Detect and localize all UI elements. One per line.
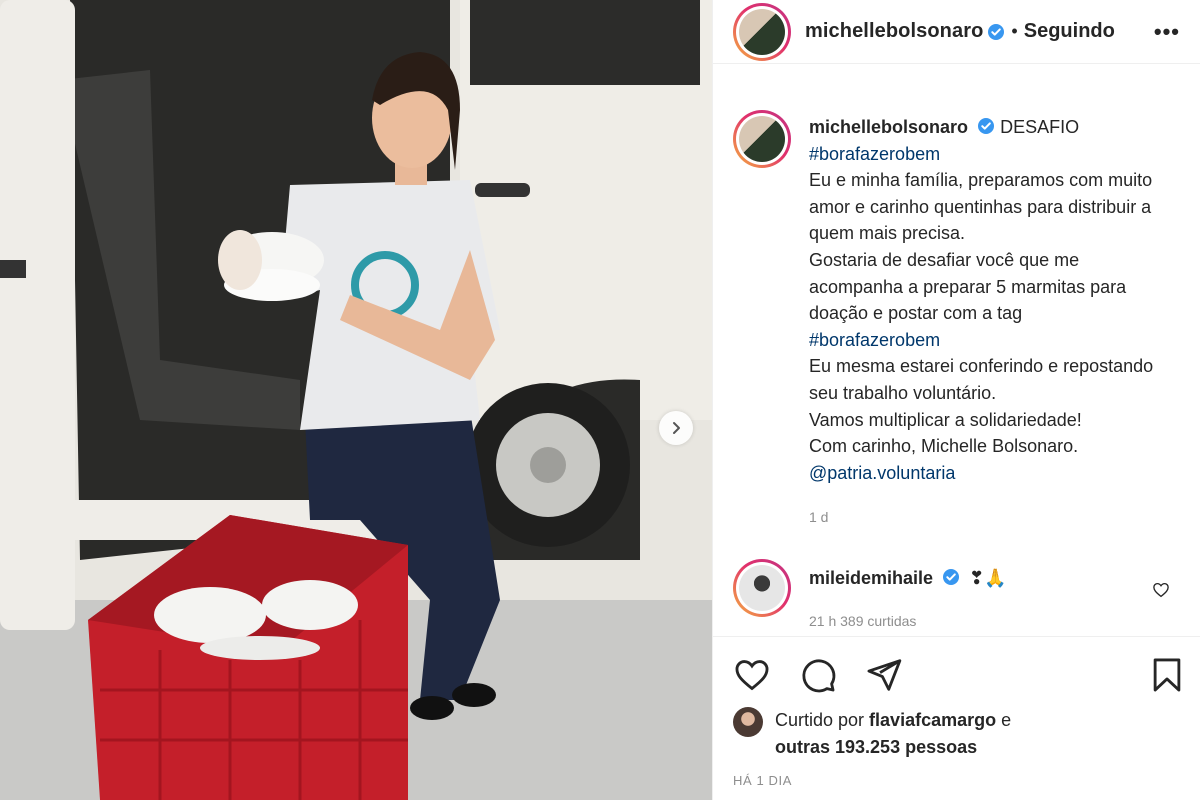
post-side-panel: michellebolsonaro • Seguindo ••• michell… — [712, 0, 1200, 800]
photo-illustration — [0, 0, 712, 800]
likes-suffix: e — [996, 710, 1012, 730]
post-photo[interactable] — [0, 0, 712, 800]
hashtag-link[interactable]: #borafazerobem — [809, 144, 940, 164]
comments-section: michellebolsonaro DESAFIO #borafazerobem… — [713, 64, 1200, 636]
comment-icon — [802, 659, 836, 693]
commenter-username[interactable]: mileidemihaile — [809, 568, 933, 588]
caption: michellebolsonaro DESAFIO #borafazerobem… — [733, 110, 1180, 531]
verified-badge-icon — [978, 118, 995, 134]
mention-link[interactable]: @patria.voluntaria — [809, 463, 955, 483]
author-avatar[interactable] — [733, 2, 791, 61]
post-actions-area: Curtido por flaviafcamargo e outras 193.… — [713, 636, 1200, 800]
action-bar — [733, 637, 1181, 713]
post-date: HÁ 1 DIA — [733, 773, 792, 788]
caption-line: DESAFIO — [1000, 117, 1080, 137]
save-button[interactable] — [1148, 656, 1186, 694]
verified-badge-icon — [988, 23, 1005, 40]
comment-meta: 21 h 389 curtidas — [809, 612, 917, 629]
like-button[interactable] — [733, 656, 771, 694]
share-icon — [867, 659, 902, 691]
likes-summary: Curtido por flaviafcamargo e outras 193.… — [733, 707, 1180, 761]
share-button[interactable] — [865, 656, 903, 694]
caption-text: michellebolsonaro DESAFIO #borafazerobem… — [809, 114, 1169, 531]
chevron-right-icon — [673, 422, 680, 434]
caption-line: Gostaria de desafiar você que me acompan… — [809, 249, 1127, 324]
caption-avatar[interactable] — [733, 110, 791, 168]
separator-dot: • — [1011, 21, 1018, 41]
verified-badge-icon — [943, 568, 960, 585]
next-photo-button[interactable] — [659, 411, 693, 445]
comment-like-icon[interactable] — [1152, 581, 1170, 599]
more-options-icon[interactable]: ••• — [1154, 19, 1180, 45]
commenter-avatar[interactable] — [733, 558, 791, 617]
heart-icon — [735, 660, 769, 691]
caption-line: Eu mesma estarei conferindo e repostando… — [809, 356, 1154, 403]
likes-others-link[interactable]: outras 193.253 pessoas — [775, 737, 977, 757]
liker-avatar[interactable] — [733, 707, 763, 737]
caption-line: Eu e minha família, preparamos com muito… — [809, 170, 1153, 244]
likes-prefix: Curtido por — [775, 710, 870, 730]
liker-username[interactable]: flaviafcamargo — [869, 710, 996, 730]
caption-username[interactable]: michellebolsonaro — [809, 117, 968, 137]
post-header: michellebolsonaro • Seguindo ••• — [713, 0, 1200, 64]
comment-item: mileidemihaile ❣🙏 21 h 389 curtidas — [733, 558, 1180, 629]
author-username[interactable]: michellebolsonaro — [805, 20, 983, 43]
following-button[interactable]: Seguindo — [1024, 20, 1115, 43]
comment-button[interactable] — [799, 656, 837, 694]
caption-line: Vamos multiplicar a solidariedade! — [809, 409, 1082, 430]
caption-time: 1 d — [809, 509, 829, 526]
caption-line: Com carinho, Michelle Bolsonaro. — [809, 436, 1079, 457]
hashtag-link[interactable]: #borafazerobem — [809, 330, 940, 350]
comment-text: ❣🙏 — [969, 567, 1007, 588]
bookmark-icon — [1153, 658, 1181, 692]
